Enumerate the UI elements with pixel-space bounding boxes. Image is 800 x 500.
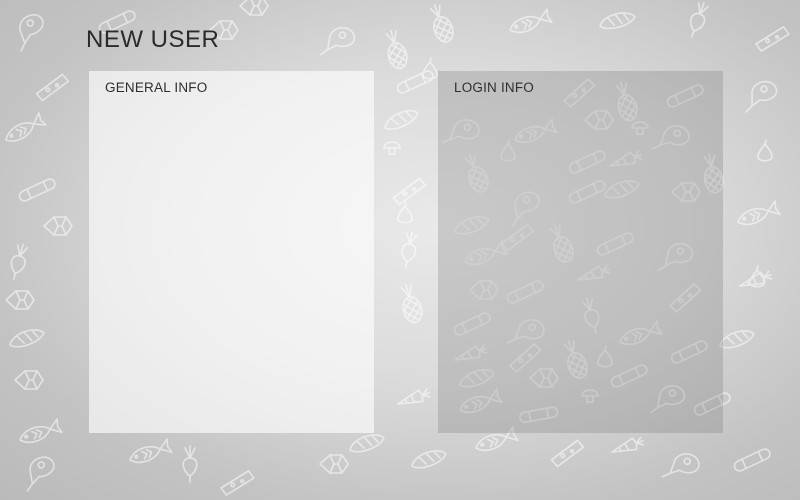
login-info-title: LOGIN INFO: [454, 80, 535, 95]
general-info-panel: GENERAL INFO: [89, 71, 374, 433]
page-title: NEW USER: [86, 26, 220, 53]
login-info-panel: LOGIN INFO: [438, 71, 723, 433]
general-info-title: GENERAL INFO: [105, 80, 208, 95]
